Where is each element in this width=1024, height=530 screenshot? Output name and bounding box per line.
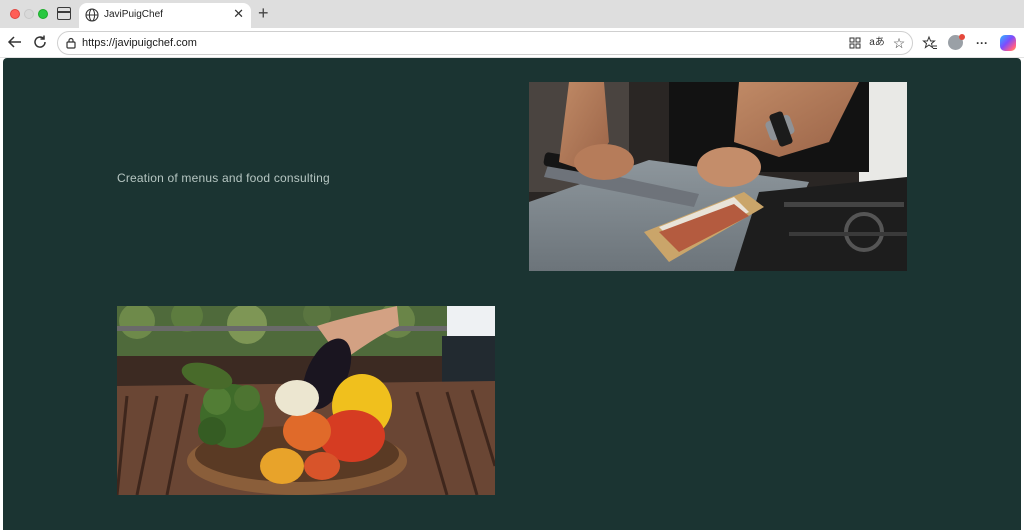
vegetable-bowl-photo xyxy=(117,306,495,495)
close-icon[interactable]: ✕ xyxy=(233,7,244,21)
knife-sharpening-photo xyxy=(529,82,907,271)
globe-icon xyxy=(85,8,99,22)
browser-tab-strip: JaviPuigChef ✕ + xyxy=(0,0,1024,28)
website-page: Creation of menus and food consulting xyxy=(3,58,1021,530)
close-window-button[interactable] xyxy=(10,9,20,19)
favorites-icon[interactable] xyxy=(922,35,938,51)
copilot-icon[interactable] xyxy=(1000,35,1016,51)
tab-title: JaviPuigChef xyxy=(104,9,163,20)
star-icon[interactable]: ☆ xyxy=(892,36,906,50)
tagline: Creation of menus and food consulting xyxy=(117,171,330,185)
browser-toolbar: https://javipuigchef.com aあ ☆ ··· xyxy=(0,28,1024,58)
minimize-window-button[interactable] xyxy=(24,9,34,19)
url-text: https://javipuigchef.com xyxy=(82,37,197,49)
notification-dot xyxy=(959,34,965,40)
plus-icon[interactable]: + xyxy=(258,4,269,22)
translate-icon[interactable]: aあ xyxy=(868,36,886,50)
more-icon[interactable]: ··· xyxy=(974,35,990,51)
apps-icon[interactable] xyxy=(848,36,862,50)
sidebar-icon[interactable] xyxy=(57,7,71,20)
lock-icon xyxy=(66,37,76,49)
browser-tab[interactable]: JaviPuigChef ✕ xyxy=(79,3,251,28)
back-arrow-icon[interactable] xyxy=(6,33,24,51)
reload-icon[interactable] xyxy=(31,33,49,51)
maximize-window-button[interactable] xyxy=(38,9,48,19)
address-bar[interactable]: https://javipuigchef.com aあ ☆ xyxy=(57,31,913,55)
